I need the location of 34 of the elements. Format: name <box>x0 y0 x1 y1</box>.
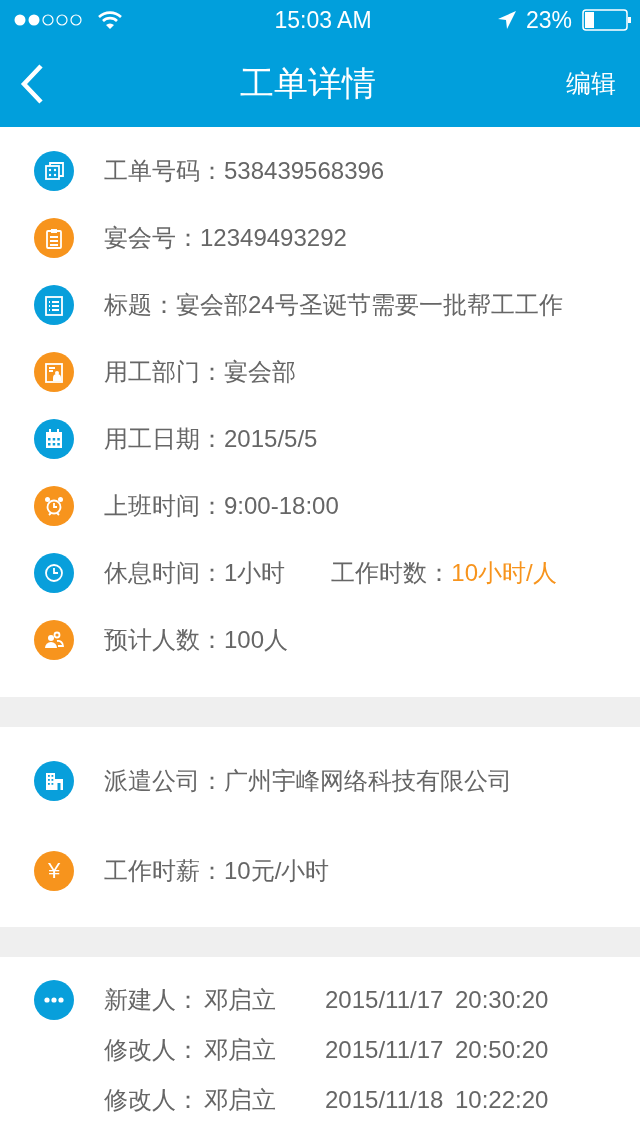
more-icon <box>34 980 74 1020</box>
history-label: 修改人： <box>104 1035 201 1065</box>
field-text: 上班时间：9:00-18:00 <box>104 490 339 521</box>
field-label: 工作时数： <box>331 557 452 588</box>
person-name: 邓启立 <box>204 1085 277 1115</box>
field-text: 工单号码：538439568396 <box>104 155 385 186</box>
history-date: 2015/11/17 <box>325 986 445 1014</box>
field-text: 标题：宴会部24号圣诞节需要一批帮工工作 <box>104 289 563 320</box>
history-date: 2015/11/17 <box>325 1036 445 1064</box>
battery-percent: 23% <box>525 6 572 34</box>
field-text: 宴会号：12349493292 <box>104 222 347 253</box>
yen-icon: ¥ <box>34 851 74 891</box>
status-time: 15:03 AM <box>274 6 372 34</box>
history-date: 2015/11/18 <box>325 1086 445 1114</box>
field-text: 用工日期：2015/5/5 <box>104 423 318 454</box>
field-text: 休息时间：1小时 <box>104 557 286 588</box>
person-name: 邓启立 <box>204 985 277 1015</box>
field-text: 工作时薪：10元/小时 <box>104 856 330 886</box>
history-label: 新建人： <box>104 985 201 1015</box>
person-name: 邓启立 <box>204 1035 277 1065</box>
history-time: 20:50:20 <box>455 1036 550 1064</box>
history-label: 修改人： <box>104 1085 201 1115</box>
history-time: 10:22:20 <box>455 1086 550 1114</box>
field-text: 派遣公司：广州宇峰网络科技有限公司 <box>104 766 512 796</box>
edit-button[interactable]: 编辑 <box>566 67 616 100</box>
battery-icon <box>582 9 632 31</box>
field-text: 预计人数：100人 <box>104 624 289 655</box>
field-text: 用工部门：宴会部 <box>104 356 296 387</box>
wifi-icon <box>98 11 122 29</box>
location-arrow-icon <box>497 11 516 29</box>
history-time: 20:30:20 <box>455 986 550 1014</box>
page-title: 工单详情 <box>239 62 377 104</box>
field-value: 10小时/人 <box>451 557 557 588</box>
signal-icon <box>14 13 84 27</box>
